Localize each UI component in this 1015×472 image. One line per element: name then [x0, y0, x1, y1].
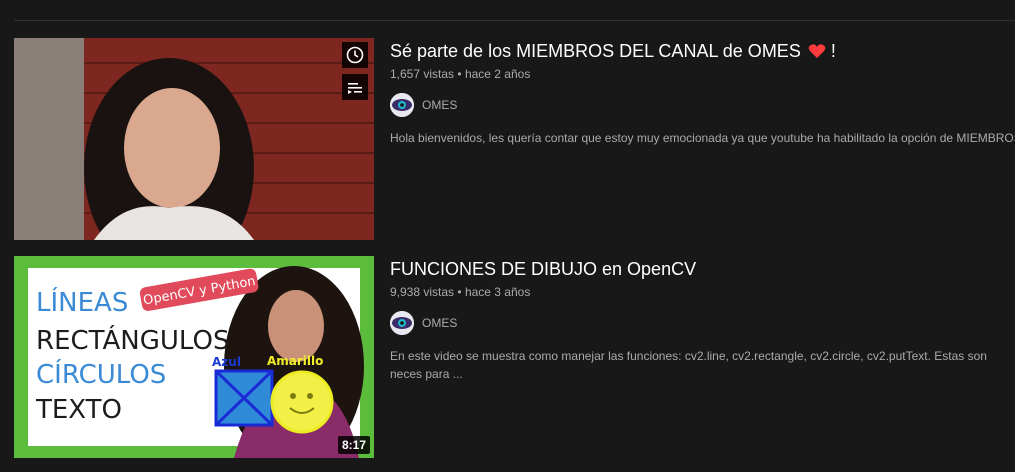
avatar[interactable] — [390, 311, 414, 335]
channel-row[interactable]: OMES — [390, 93, 1015, 117]
channel-name[interactable]: OMES — [422, 98, 457, 112]
video-title-text[interactable]: Sé parte de los MIEMBROS DEL CANAL de OM… — [390, 41, 801, 61]
channel-row[interactable]: OMES — [390, 311, 1015, 335]
meta-separator: • — [457, 67, 462, 81]
view-count: 1,657 vistas — [390, 67, 455, 81]
video-description: Hola bienvenidos, les quería contar que … — [390, 131, 1015, 145]
video-description: En este video se muestra como manejar la… — [390, 349, 987, 381]
video-item[interactable]: OpenCV y Python LÍNEAS RECTÁNGULOS CÍRCU… — [14, 256, 1015, 458]
video-title[interactable]: FUNCIONES DE DIBUJO en OpenCV — [390, 257, 1015, 281]
thumbnail-label-amarillo: Amarillo — [267, 354, 323, 368]
thumbnail-line: LÍNEAS — [36, 286, 128, 318]
heart-icon — [808, 44, 826, 58]
video-thumbnail[interactable] — [14, 38, 374, 240]
channel-avatar-image — [390, 311, 414, 335]
video-details: Sé parte de los MIEMBROS DEL CANAL de OM… — [390, 38, 1015, 147]
video-title-suffix: ! — [830, 41, 836, 61]
upload-age: hace 2 años — [464, 67, 531, 81]
channel-name[interactable]: OMES — [422, 316, 457, 330]
clock-icon — [346, 46, 364, 64]
thumbnail-line: TEXTO — [35, 395, 122, 425]
top-divider — [14, 20, 1015, 21]
avatar[interactable] — [390, 93, 414, 117]
queue-icon — [348, 83, 362, 94]
video-meta: 9,938 vistas • hace 3 años — [390, 285, 1015, 299]
add-to-queue-button[interactable] — [342, 74, 368, 100]
video-title[interactable]: Sé parte de los MIEMBROS DEL CANAL de OM… — [390, 39, 1015, 63]
watch-later-button[interactable] — [342, 42, 368, 68]
thumbnail-line: CÍRCULOS — [36, 358, 166, 390]
channel-avatar-image — [390, 93, 414, 117]
thumbnail-line: RECTÁNGULOS — [36, 324, 229, 356]
video-details: FUNCIONES DE DIBUJO en OpenCV 9,938 vist… — [390, 256, 1015, 383]
duration-badge: 8:17 — [337, 436, 370, 454]
video-thumbnail[interactable]: OpenCV y Python LÍNEAS RECTÁNGULOS CÍRCU… — [14, 256, 374, 458]
thumbnail-label-azul: Azul — [212, 355, 241, 369]
video-item[interactable]: Sé parte de los MIEMBROS DEL CANAL de OM… — [14, 38, 1015, 240]
upload-age: hace 3 años — [464, 285, 531, 299]
meta-separator: • — [457, 285, 462, 299]
video-meta: 1,657 vistas • hace 2 años — [390, 67, 1015, 81]
thumbnail-image — [14, 38, 374, 240]
view-count: 9,938 vistas — [390, 285, 455, 299]
thumbnail-image: OpenCV y Python LÍNEAS RECTÁNGULOS CÍRCU… — [14, 256, 374, 458]
